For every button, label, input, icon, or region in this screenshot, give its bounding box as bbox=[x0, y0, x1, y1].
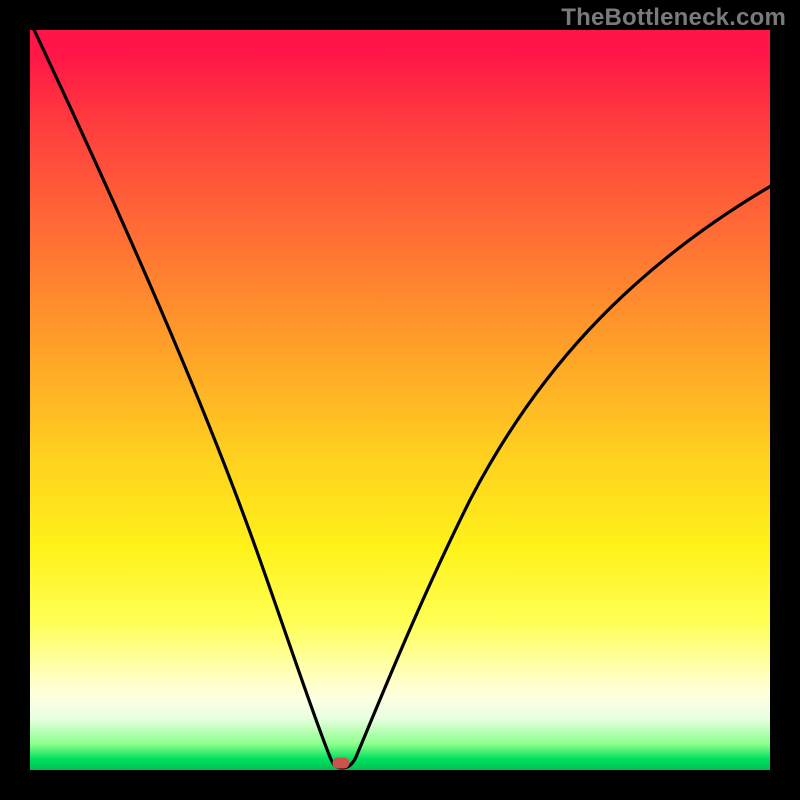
chart-frame: TheBottleneck.com bbox=[0, 0, 800, 800]
bottleneck-curve bbox=[30, 30, 770, 770]
curve-path bbox=[30, 30, 770, 768]
plot-area bbox=[30, 30, 770, 770]
optimal-marker bbox=[333, 758, 350, 769]
watermark-text: TheBottleneck.com bbox=[561, 4, 786, 32]
